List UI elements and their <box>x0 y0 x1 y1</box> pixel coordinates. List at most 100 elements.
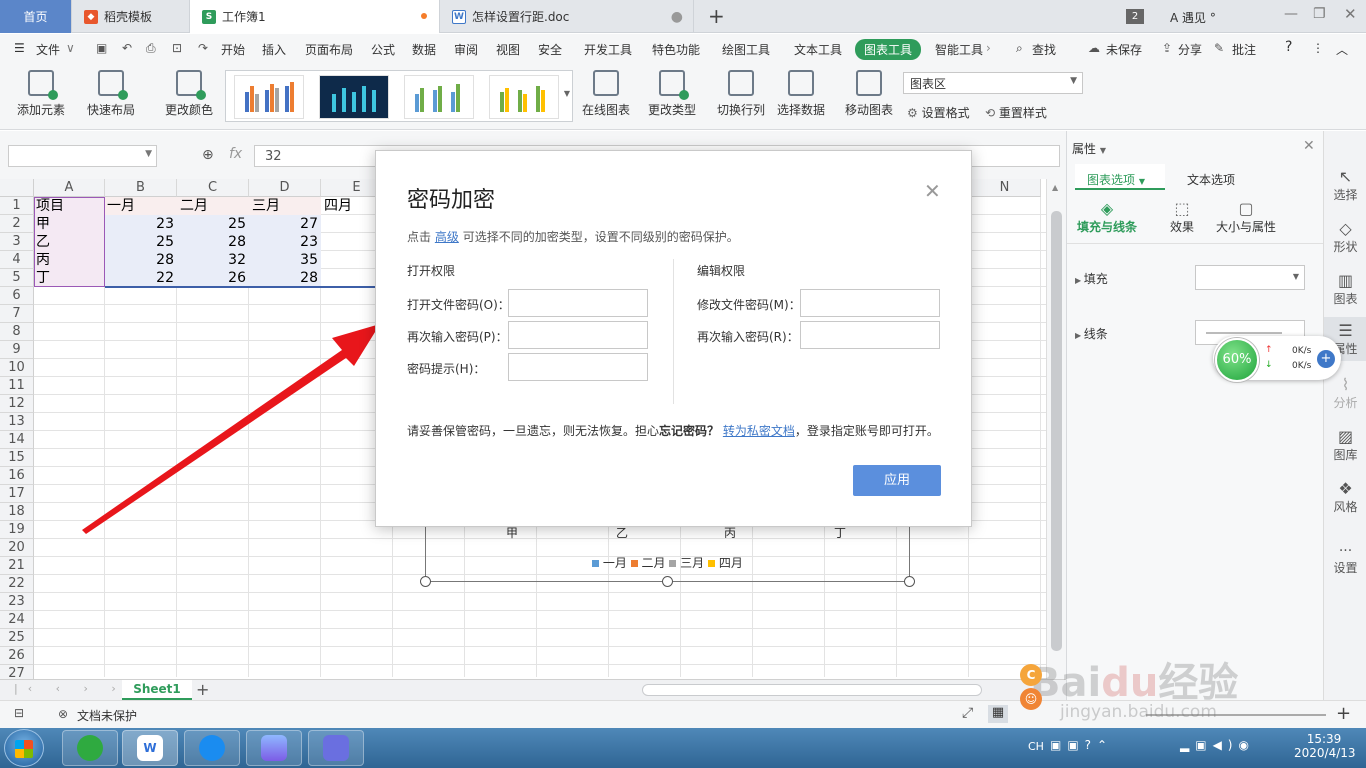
row-header[interactable]: 1 <box>0 197 34 215</box>
online-chart-button[interactable]: 在线图表 <box>576 64 636 118</box>
row-header[interactable]: 15 <box>0 449 34 467</box>
plus-icon[interactable]: + <box>1317 350 1335 368</box>
fill-section[interactable]: ▶ 填充 <box>1075 270 1108 287</box>
row-header[interactable]: 13 <box>0 413 34 431</box>
row-header[interactable]: 22 <box>0 575 34 593</box>
preview-icon[interactable]: ⊡ <box>172 41 182 55</box>
taskbar-app3[interactable] <box>184 730 240 766</box>
resize-handle[interactable] <box>904 576 915 587</box>
cell-d1[interactable]: 三月 <box>252 197 280 215</box>
row-header[interactable]: 2 <box>0 215 34 233</box>
cell-c1[interactable]: 二月 <box>180 197 208 215</box>
rightbar-shape[interactable]: ◇ 形状 <box>1324 219 1366 255</box>
select-all-corner[interactable] <box>0 179 34 197</box>
horizontal-scrollbar[interactable] <box>642 684 982 696</box>
row-header[interactable]: 5 <box>0 269 34 287</box>
taskbar-wps[interactable]: W <box>122 730 178 766</box>
change-color-button[interactable]: 更改颜色 <box>158 64 220 118</box>
menu-data[interactable]: 数据 <box>412 41 436 58</box>
save-icon[interactable]: ▣ <box>96 41 107 55</box>
hamburger-icon[interactable]: ☰ <box>14 41 25 55</box>
change-type-button[interactable]: 更改类型 <box>644 64 700 118</box>
menu-text-tools[interactable]: 文本工具 <box>794 41 842 58</box>
tab-doc[interactable]: W 怎样设置行距.doc ● <box>440 0 694 33</box>
cell-a4[interactable]: 丙 <box>36 251 50 269</box>
chart-element-select[interactable]: 图表区 ▼ <box>903 72 1083 94</box>
tab-home[interactable]: 首页 <box>0 0 72 33</box>
cell-e1[interactable]: 四月 <box>324 197 352 215</box>
cell-b5[interactable]: 22 <box>106 269 178 287</box>
cell-c5[interactable]: 26 <box>178 269 250 287</box>
cell-d3[interactable]: 23 <box>250 233 322 251</box>
column-header[interactable]: D <box>249 179 321 197</box>
taskbar-app5[interactable] <box>308 730 364 766</box>
search-icon[interactable]: ⌕ <box>1016 41 1023 56</box>
menu-comment[interactable]: 批注 <box>1232 41 1256 58</box>
row-header[interactable]: 9 <box>0 341 34 359</box>
cell-b2[interactable]: 23 <box>106 215 178 233</box>
row-header[interactable]: 17 <box>0 485 34 503</box>
switch-rowcol-button[interactable]: 切换行列 <box>714 64 768 118</box>
cell-b1[interactable]: 一月 <box>107 197 135 215</box>
row-header[interactable]: 12 <box>0 395 34 413</box>
zoom-in-icon[interactable]: + <box>1336 703 1351 724</box>
row-header[interactable]: 18 <box>0 503 34 521</box>
close-icon[interactable]: ✕ <box>1344 5 1357 23</box>
menu-smart-tools[interactable]: 智能工具 <box>935 41 983 58</box>
cell-d5[interactable]: 28 <box>250 269 322 287</box>
cell-a3[interactable]: 乙 <box>36 233 50 251</box>
cell-a5[interactable]: 丁 <box>36 269 50 287</box>
resize-handle[interactable] <box>662 576 673 587</box>
open-password-input[interactable] <box>508 289 648 317</box>
hint-input[interactable] <box>508 353 648 381</box>
reset-style-button[interactable]: ⟲ 重置样式 <box>985 104 1047 121</box>
more-icon[interactable]: ⋮ <box>1312 41 1324 55</box>
redo-icon[interactable]: ↷ <box>198 41 208 55</box>
tray-icons[interactable]: ▣▣?⌃ <box>1050 738 1113 752</box>
sheet-tab-sheet1[interactable]: Sheet1 <box>122 680 192 700</box>
row-header[interactable]: 8 <box>0 323 34 341</box>
menu-search[interactable]: 查找 <box>1032 41 1056 58</box>
collapse-icon[interactable]: ︿ <box>1336 41 1348 58</box>
taskbar-browser[interactable] <box>62 730 118 766</box>
chart-style-2[interactable] <box>319 75 389 119</box>
scrollbar-thumb[interactable] <box>1051 211 1062 651</box>
row-header[interactable]: 4 <box>0 251 34 269</box>
taskbar-app4[interactable] <box>246 730 302 766</box>
menu-file[interactable]: 文件 <box>36 41 60 58</box>
cell-a2[interactable]: 甲 <box>36 215 50 233</box>
menu-share[interactable]: 分享 <box>1178 41 1202 58</box>
select-data-button[interactable]: 选择数据 <box>774 64 828 118</box>
column-header[interactable]: C <box>177 179 249 197</box>
row-header[interactable]: 10 <box>0 359 34 377</box>
row-header[interactable]: 26 <box>0 647 34 665</box>
menu-page-layout[interactable]: 页面布局 <box>305 41 353 58</box>
tab-chart-options[interactable]: 图表选项 ▼ <box>1075 164 1165 190</box>
cell-d4[interactable]: 35 <box>250 251 322 269</box>
row-header[interactable]: 11 <box>0 377 34 395</box>
floating-face-icon[interactable]: ☺ <box>1020 688 1042 710</box>
move-chart-button[interactable]: 移动图表 <box>842 64 896 118</box>
cell-b3[interactable]: 25 <box>106 233 178 251</box>
row-header[interactable]: 3 <box>0 233 34 251</box>
minimize-icon[interactable]: — <box>1284 6 1298 22</box>
ime-indicator[interactable]: CH <box>1028 740 1044 753</box>
apply-button[interactable]: 应用 <box>853 465 941 496</box>
add-sheet-icon[interactable]: + <box>196 680 209 699</box>
row-header[interactable]: 14 <box>0 431 34 449</box>
menu-insert[interactable]: 插入 <box>262 41 286 58</box>
user-name[interactable]: A 遇见 ° <box>1170 9 1216 26</box>
tab-text-options[interactable]: 文本选项 <box>1187 171 1235 188</box>
line-section[interactable]: ▶ 线条 <box>1075 325 1108 342</box>
advanced-link[interactable]: 高级 <box>435 230 459 244</box>
window-count-badge[interactable]: 2 <box>1126 9 1144 24</box>
start-button[interactable] <box>4 729 44 767</box>
print-icon[interactable]: ⎙ <box>146 41 156 56</box>
vertical-scrollbar[interactable]: ▲ <box>1046 179 1066 679</box>
fill-select[interactable]: ▼ <box>1195 265 1305 290</box>
menu-drawing-tools[interactable]: 绘图工具 <box>722 41 770 58</box>
gallery-scroll-icon[interactable]: ▼ <box>564 89 570 98</box>
restore-icon[interactable]: ❐ <box>1313 6 1326 22</box>
cell-c3[interactable]: 28 <box>178 233 250 251</box>
menu-unsaved[interactable]: 未保存 <box>1106 41 1142 58</box>
